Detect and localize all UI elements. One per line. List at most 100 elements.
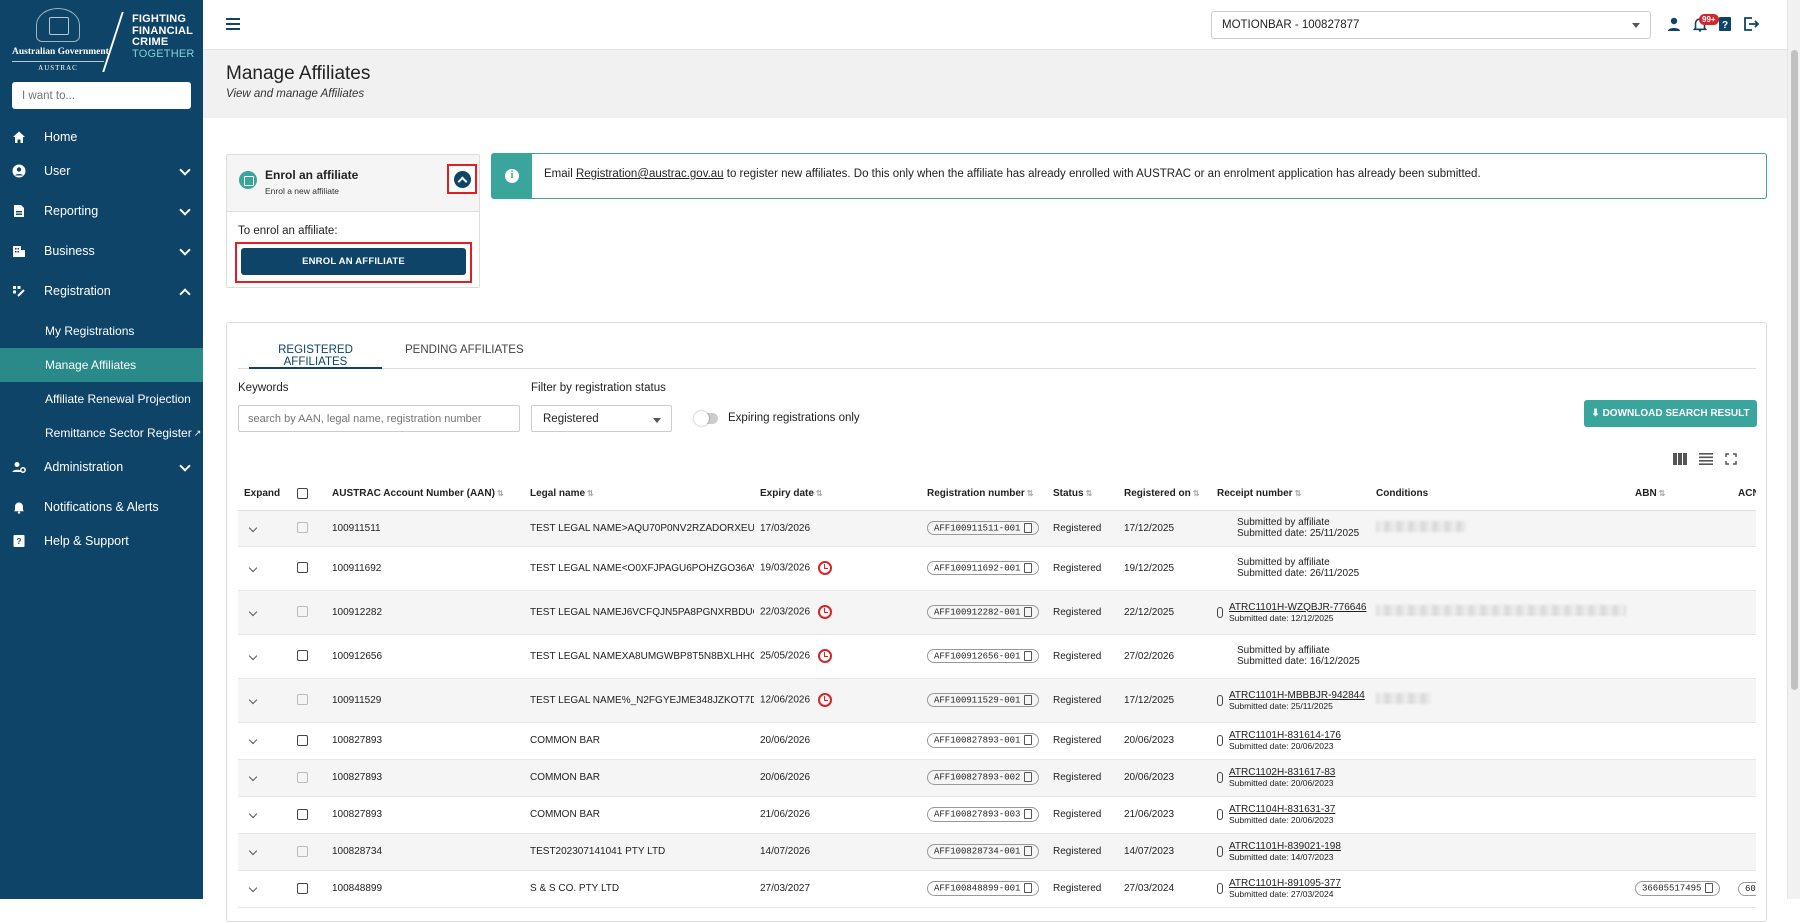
chevron-down-icon[interactable] (248, 735, 258, 745)
col-expiry-date[interactable]: Expiry date ⇅ (754, 478, 921, 511)
copy-icon[interactable] (1024, 772, 1033, 783)
receipt-link[interactable]: ATRC1104H-831631-37 (1229, 804, 1335, 815)
logout-icon[interactable] (1743, 16, 1759, 32)
cell-select[interactable] (291, 722, 326, 760)
copy-icon[interactable] (1024, 562, 1033, 573)
row-checkbox[interactable] (297, 882, 308, 894)
sidebar-item-registration[interactable]: Registration (0, 274, 203, 308)
tab-pending-affiliates[interactable]: PENDING AFFILIATES (405, 344, 524, 369)
cell-expand[interactable] (238, 722, 291, 760)
copy-icon[interactable] (1024, 809, 1033, 820)
organisation-select[interactable]: MOTIONBAR - 100827877 (1211, 11, 1651, 39)
copy-icon[interactable] (1024, 883, 1033, 894)
cell-expand[interactable] (238, 678, 291, 723)
cell-expand[interactable] (238, 870, 291, 908)
scrollbar-thumb[interactable] (1791, 50, 1798, 690)
sidebar-item-business[interactable]: Business (0, 234, 203, 268)
chevron-down-icon[interactable] (248, 883, 258, 893)
sidebar-item-manage-affiliates[interactable]: Manage Affiliates (0, 348, 203, 382)
receipt-link[interactable]: ATRC1101H-839021-198 (1229, 841, 1341, 852)
copy-icon[interactable] (1024, 694, 1033, 705)
col-aan[interactable]: AUSTRAC Account Number (AAN) ⇅ (326, 478, 524, 511)
copy-icon[interactable] (1024, 522, 1033, 533)
cell-select[interactable] (291, 759, 326, 797)
copy-icon[interactable] (1024, 846, 1033, 857)
col-legal-name[interactable]: Legal name ⇅ (524, 478, 754, 511)
col-registration-number[interactable]: Registration number ⇅ (921, 478, 1047, 511)
sidebar-item-my-registrations[interactable]: My Registrations (0, 314, 203, 348)
chevron-down-icon[interactable] (248, 563, 258, 572)
row-checkbox[interactable] (297, 734, 308, 746)
copy-icon[interactable] (1024, 735, 1033, 746)
tab-registered-affiliates[interactable]: REGISTERED AFFILIATES (249, 344, 382, 369)
registration-email-link[interactable]: Registration@austrac.gov.au (576, 168, 724, 180)
cell-select[interactable] (291, 796, 326, 834)
help-icon[interactable]: ? (1717, 16, 1733, 32)
cell-select[interactable] (291, 833, 326, 871)
sidebar-item-administration[interactable]: Administration (0, 450, 203, 484)
receipt-link[interactable]: ATRC1101H-MBBBJR-942844 (1229, 690, 1365, 701)
registration-status-select[interactable]: Registered (531, 405, 672, 432)
copy-icon[interactable] (1024, 650, 1033, 661)
density-icon[interactable] (1699, 453, 1713, 465)
sidebar-search-input[interactable] (12, 82, 191, 109)
sidebar-item-affiliate-renewal-projection[interactable]: Affiliate Renewal Projection (0, 382, 203, 416)
row-checkbox[interactable] (297, 808, 308, 820)
chevron-down-icon[interactable] (248, 772, 258, 782)
expiring-only-toggle[interactable] (694, 411, 718, 426)
sidebar-item-notifications[interactable]: Notifications & Alerts (0, 490, 203, 524)
cell-select[interactable] (291, 634, 326, 679)
col-receipt-number[interactable]: Receipt number ⇅ (1211, 478, 1370, 511)
select-all-checkbox[interactable] (297, 488, 308, 500)
fullscreen-icon[interactable] (1725, 453, 1737, 465)
chevron-down-icon[interactable] (248, 846, 258, 856)
columns-icon[interactable] (1673, 453, 1687, 465)
col-registered-on[interactable]: Registered on ⇅ (1118, 478, 1211, 511)
cell-select[interactable] (291, 678, 326, 723)
sidebar-item-home[interactable]: Home (0, 120, 203, 154)
sidebar-item-user[interactable]: User (0, 154, 203, 188)
col-acn[interactable]: ACN (1732, 478, 1756, 511)
cell-expand[interactable] (238, 546, 291, 591)
page-scrollbar[interactable] (1787, 0, 1800, 899)
row-checkbox[interactable] (297, 562, 308, 574)
col-abn[interactable]: ABN ⇅ (1629, 478, 1732, 511)
cell-expand[interactable] (238, 796, 291, 834)
chevron-down-icon[interactable] (248, 523, 258, 532)
receipt-link[interactable]: ATRC1101H-891095-377 (1229, 878, 1341, 889)
user-profile-icon[interactable] (1666, 16, 1682, 32)
cell-select[interactable] (291, 870, 326, 908)
col-status[interactable]: Status ⇅ (1047, 478, 1118, 511)
brand-logo[interactable]: Australian Government AUSTRAC FIGHTING F… (0, 0, 203, 76)
cell-select[interactable] (291, 510, 326, 547)
sidebar-item-help[interactable]: ? Help & Support (0, 524, 203, 558)
receipt-link[interactable]: ATRC1101H-831614-176 (1229, 730, 1341, 741)
chevron-down-icon[interactable] (248, 809, 258, 819)
cell-select[interactable] (291, 590, 326, 635)
cell-expand[interactable] (238, 634, 291, 679)
row-checkbox[interactable] (297, 694, 308, 706)
row-checkbox[interactable] (297, 522, 308, 534)
download-search-result-button[interactable]: ⬇ DOWNLOAD SEARCH RESULT (1584, 400, 1757, 427)
keywords-search-input[interactable] (238, 405, 520, 432)
enrol-affiliate-button[interactable]: ENROL AN AFFILIATE (241, 248, 466, 275)
cell-expand[interactable] (238, 590, 291, 635)
receipt-link[interactable]: ATRC1102H-831617-83 (1229, 767, 1335, 778)
chevron-down-icon[interactable] (248, 651, 258, 660)
cell-expand[interactable] (238, 510, 291, 547)
sidebar-item-reporting[interactable]: Reporting (0, 194, 203, 228)
collapse-card-button[interactable] (447, 164, 477, 194)
sidebar-item-remittance-sector-register[interactable]: Remittance Sector Register ↗ (0, 416, 203, 450)
chevron-down-icon[interactable] (248, 695, 258, 704)
cell-select[interactable] (291, 546, 326, 591)
menu-toggle-icon[interactable] (226, 18, 240, 30)
row-checkbox[interactable] (297, 771, 308, 783)
row-checkbox[interactable] (297, 606, 308, 618)
receipt-link[interactable]: ATRC1101H-WZQBJR-776646 (1229, 602, 1366, 613)
row-checkbox[interactable] (297, 650, 308, 662)
copy-icon[interactable] (1705, 883, 1714, 894)
copy-icon[interactable] (1024, 606, 1033, 617)
cell-expand[interactable] (238, 833, 291, 871)
row-checkbox[interactable] (297, 845, 308, 857)
cell-expand[interactable] (238, 759, 291, 797)
